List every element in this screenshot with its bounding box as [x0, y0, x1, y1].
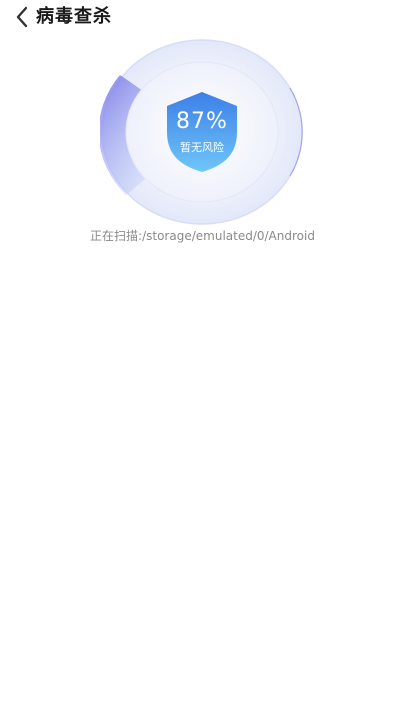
back-button[interactable] — [10, 4, 34, 30]
scan-progress-percent: 87% — [176, 109, 228, 134]
scan-progress-indicator: 87% 暂无风险 — [100, 38, 304, 226]
page-title: 病毒查杀 — [36, 6, 112, 27]
chevron-left-icon — [16, 6, 28, 28]
scanning-path-text: 正在扫描:/storage/emulated/0/Android — [90, 229, 315, 243]
risk-status-label: 暂无风险 — [180, 141, 224, 154]
app-header: 病毒查杀 — [0, 0, 405, 34]
virus-scan-screen: 病毒查杀 87% 暂无风险 正在扫描:/storage/emulated/0/A… — [0, 0, 405, 720]
